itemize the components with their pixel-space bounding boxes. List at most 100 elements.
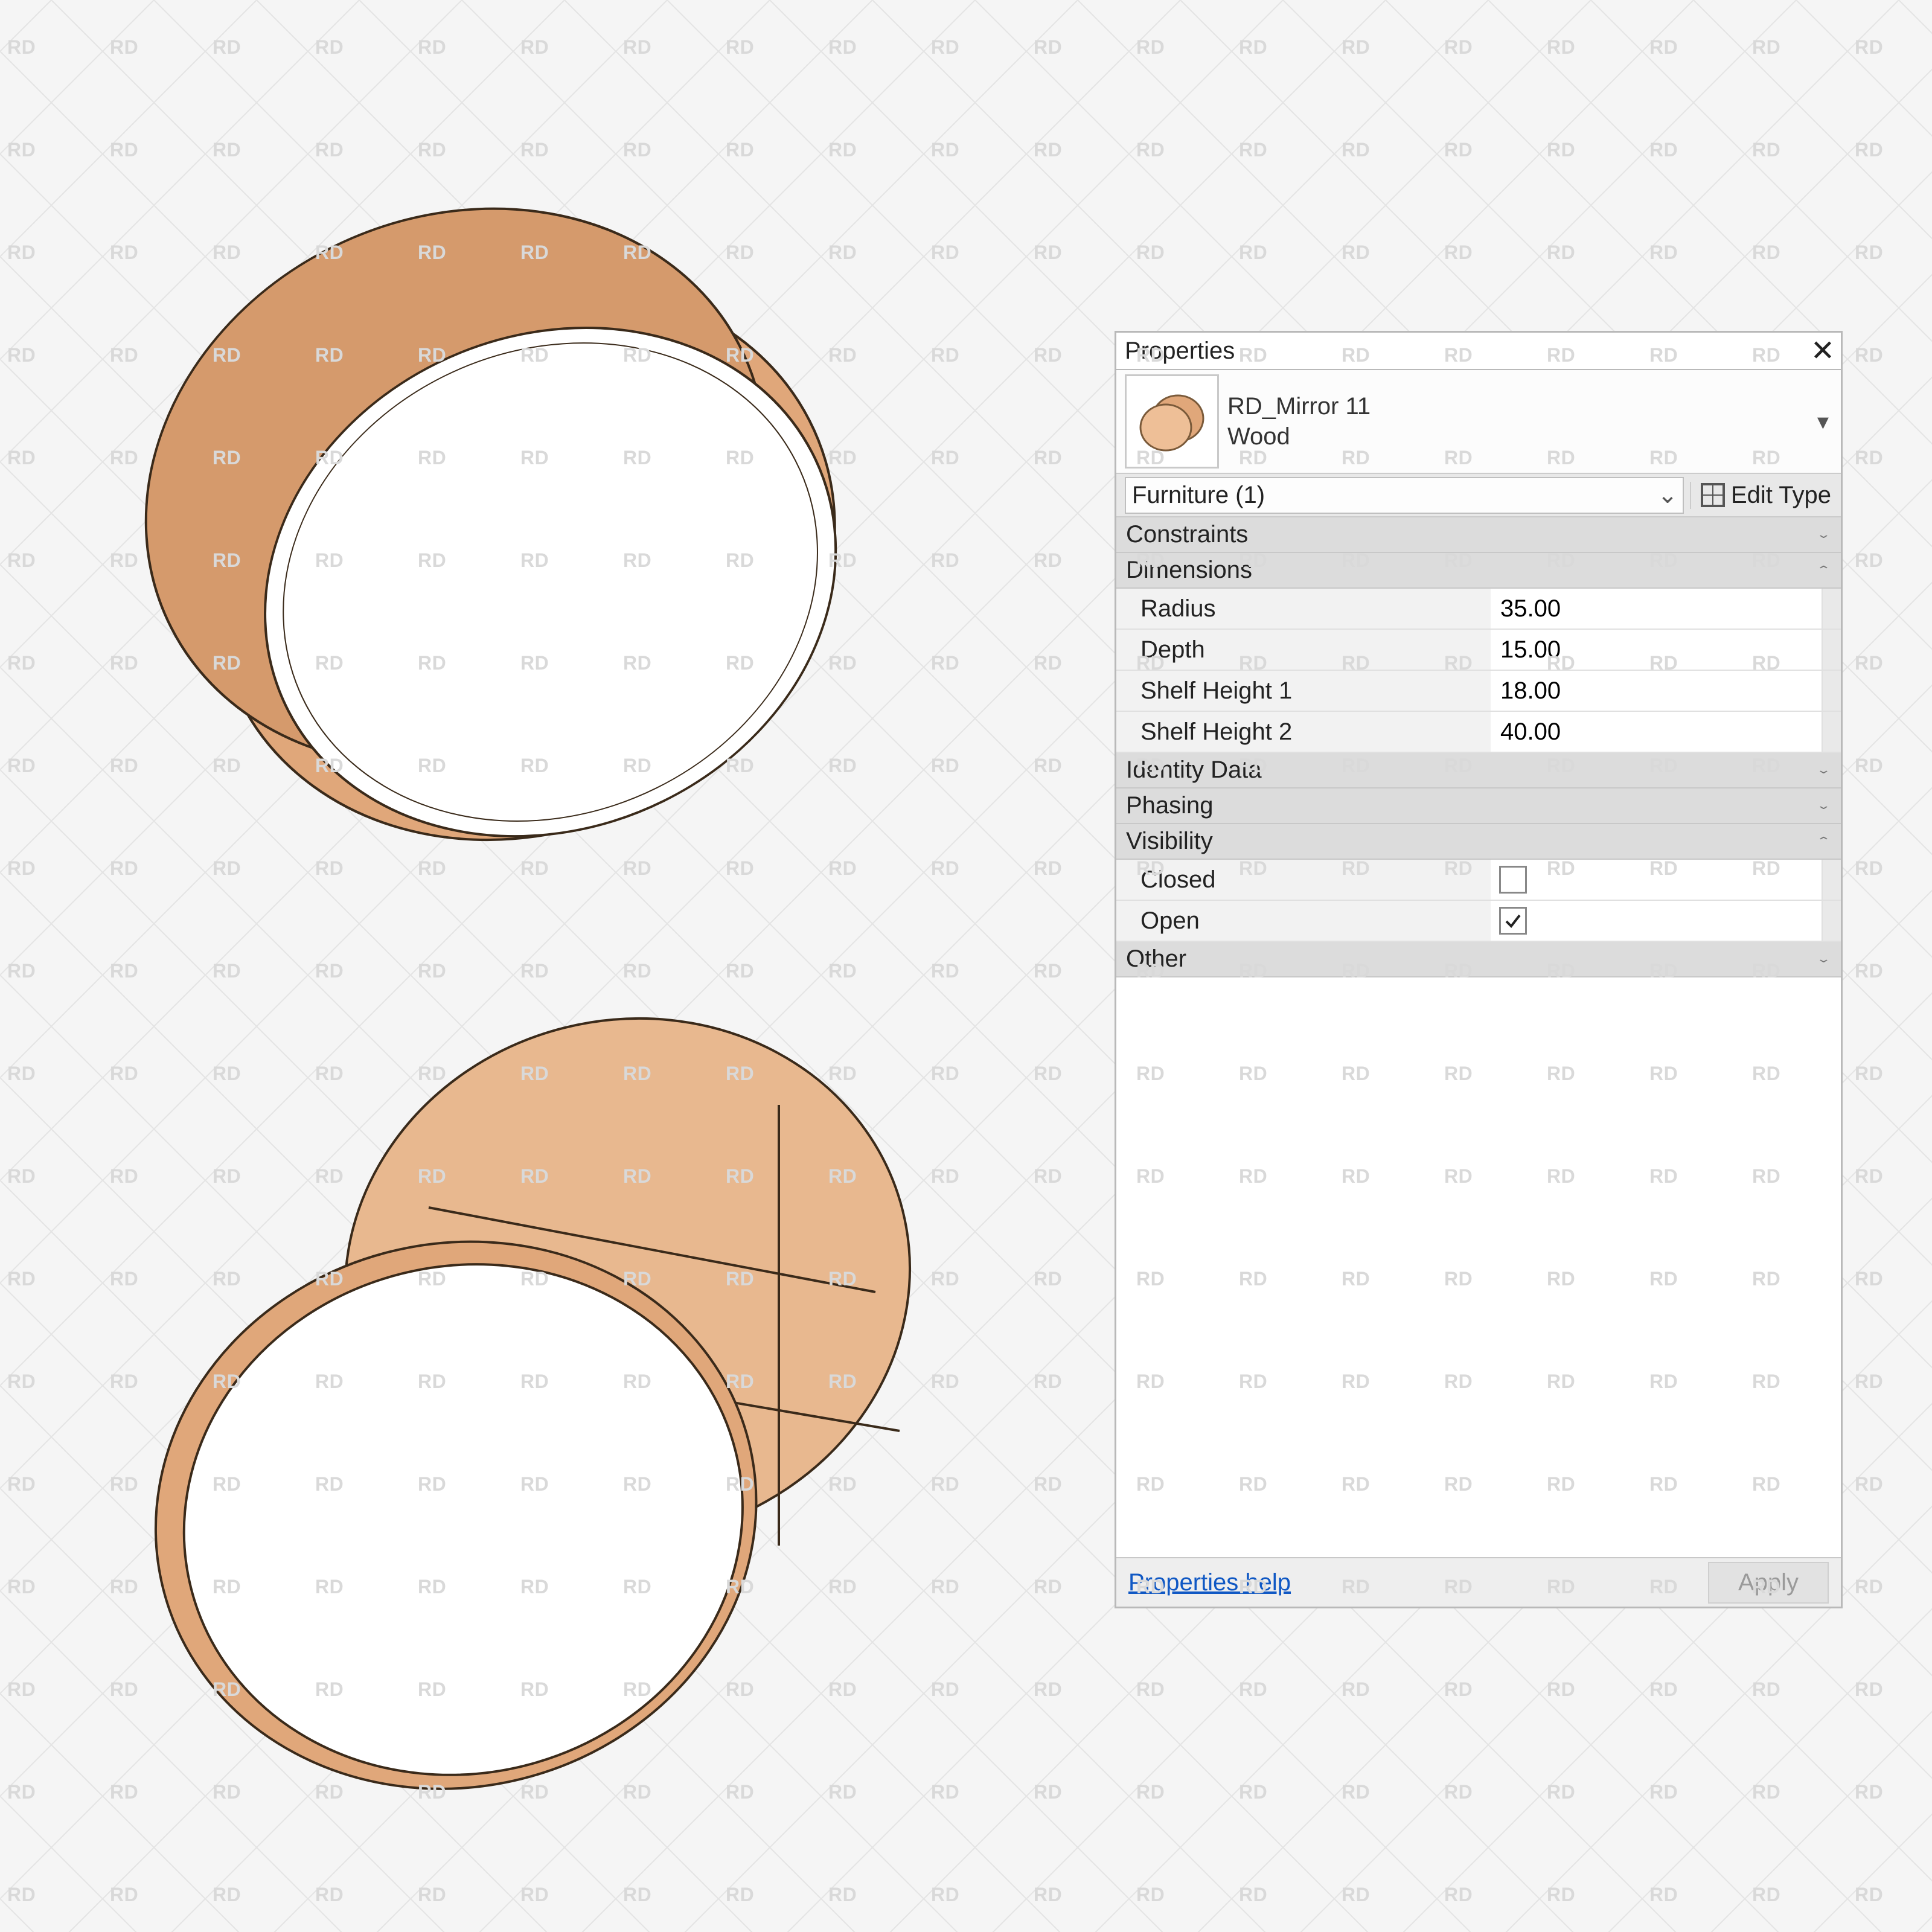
watermark-text: RD <box>1342 36 1370 59</box>
panel-titlebar[interactable]: Properties ✕ <box>1116 333 1841 370</box>
watermark-text: RD <box>1034 1884 1062 1906</box>
watermark-text: RD <box>1239 139 1267 161</box>
edit-type-label: Edit Type <box>1731 482 1831 509</box>
watermark-text: RD <box>1752 36 1780 59</box>
watermark-text: RD <box>7 1473 36 1495</box>
watermark-text: RD <box>726 1063 754 1085</box>
watermark-text: RD <box>1855 960 1883 982</box>
category-identity[interactable]: Identity Data⌄ <box>1116 753 1841 788</box>
watermark-text: RD <box>1136 1678 1165 1701</box>
watermark-text: RD <box>520 1678 549 1701</box>
watermark-text: RD <box>213 1678 241 1701</box>
watermark-text: RD <box>828 1473 857 1495</box>
watermark-text: RD <box>1342 1884 1370 1906</box>
watermark-text: RD <box>213 960 241 982</box>
watermark-text: RD <box>1444 1678 1473 1701</box>
watermark-text: RD <box>1444 1576 1473 1598</box>
open-checkbox[interactable] <box>1499 907 1527 935</box>
watermark-text: RD <box>418 36 446 59</box>
watermark-text: RD <box>931 1576 959 1598</box>
watermark-text: RD <box>1444 139 1473 161</box>
watermark-text: RD <box>623 344 651 366</box>
radius-input[interactable] <box>1499 595 1813 623</box>
watermark-text: RD <box>828 960 857 982</box>
watermark-text: RD <box>623 1473 651 1495</box>
watermark-text: RD <box>418 1781 446 1803</box>
watermark-text: RD <box>828 1063 857 1085</box>
watermark-text: RD <box>1547 1576 1575 1598</box>
watermark-text: RD <box>1239 447 1267 469</box>
shelf-height-2-input[interactable] <box>1499 718 1813 746</box>
watermark-text: RD <box>520 755 549 777</box>
watermark-text: RD <box>1342 755 1370 777</box>
viewport[interactable]: // place RD watermarks Properties ✕ <box>0 0 1932 1932</box>
watermark-text: RD <box>315 447 344 469</box>
watermark-text: RD <box>1136 1576 1165 1598</box>
instance-selector-label: Furniture (1) <box>1126 478 1652 513</box>
category-other[interactable]: Other⌄ <box>1116 942 1841 977</box>
watermark-text: RD <box>931 1268 959 1290</box>
watermark-text: RD <box>520 549 549 572</box>
watermark-text: RD <box>1649 1063 1678 1085</box>
watermark-text: RD <box>520 1884 549 1906</box>
watermark-text: RD <box>1136 857 1165 880</box>
watermark-text: RD <box>418 1371 446 1393</box>
watermark-text: RD <box>7 36 36 59</box>
watermark-text: RD <box>7 242 36 264</box>
watermark-text: RD <box>1136 139 1165 161</box>
watermark-text: RD <box>1547 1165 1575 1188</box>
category-visibility[interactable]: Visibility⌃ <box>1116 824 1841 860</box>
param-radius: Radius <box>1116 589 1841 630</box>
watermark-text: RD <box>623 652 651 674</box>
watermark-text: RD <box>7 857 36 880</box>
watermark-text: RD <box>1444 1781 1473 1803</box>
watermark-text: RD <box>1649 960 1678 982</box>
watermark-text: RD <box>1649 1781 1678 1803</box>
watermark-text: RD <box>1855 1473 1883 1495</box>
watermark-text: RD <box>418 139 446 161</box>
watermark-text: RD <box>623 36 651 59</box>
watermark-text: RD <box>1855 1781 1883 1803</box>
watermark-text: RD <box>1239 1473 1267 1495</box>
watermark-text: RD <box>1752 857 1780 880</box>
watermark-text: RD <box>1752 960 1780 982</box>
watermark-text: RD <box>1034 1576 1062 1598</box>
type-selector-row[interactable]: RD_Mirror 11 Wood ▾ <box>1116 370 1841 473</box>
watermark-text: RD <box>1547 344 1575 366</box>
watermark-text: RD <box>1342 344 1370 366</box>
watermark-text: RD <box>1444 755 1473 777</box>
watermark-text: RD <box>828 857 857 880</box>
watermark-text: RD <box>213 1371 241 1393</box>
chevron-down-icon[interactable]: ▾ <box>1817 408 1829 435</box>
watermark-text: RD <box>110 242 138 264</box>
watermark-text: RD <box>931 36 959 59</box>
watermark-text: RD <box>418 1576 446 1598</box>
watermark-text: RD <box>1855 549 1883 572</box>
watermark-text: RD <box>1855 242 1883 264</box>
edit-type-button[interactable]: Edit Type <box>1690 482 1841 509</box>
watermark-text: RD <box>1239 1576 1267 1598</box>
watermark-text: RD <box>726 242 754 264</box>
watermark-text: RD <box>1342 1063 1370 1085</box>
watermark-text: RD <box>315 960 344 982</box>
category-constraints[interactable]: Constraints⌄ <box>1116 517 1841 553</box>
watermark-text: RD <box>7 1781 36 1803</box>
watermark-text: RD <box>520 857 549 880</box>
watermark-text: RD <box>1547 857 1575 880</box>
category-dimensions[interactable]: Dimensions⌃ <box>1116 553 1841 589</box>
watermark-text: RD <box>213 242 241 264</box>
close-icon[interactable]: ✕ <box>1805 334 1841 368</box>
watermark-text: RD <box>1034 344 1062 366</box>
watermark-text: RD <box>418 1678 446 1701</box>
closed-checkbox[interactable] <box>1499 866 1527 894</box>
watermark-text: RD <box>315 1268 344 1290</box>
watermark-text: RD <box>213 447 241 469</box>
watermark-text: RD <box>110 1063 138 1085</box>
chevron-down-icon[interactable]: ⌄ <box>1652 481 1683 509</box>
category-phasing[interactable]: Phasing⌄ <box>1116 788 1841 824</box>
watermark-text: RD <box>1855 1576 1883 1598</box>
instance-selector[interactable]: Furniture (1) ⌄ <box>1125 477 1684 514</box>
watermark-text: RD <box>418 652 446 674</box>
shelf-height-1-input[interactable] <box>1499 677 1813 705</box>
watermark-text: RD <box>110 1371 138 1393</box>
